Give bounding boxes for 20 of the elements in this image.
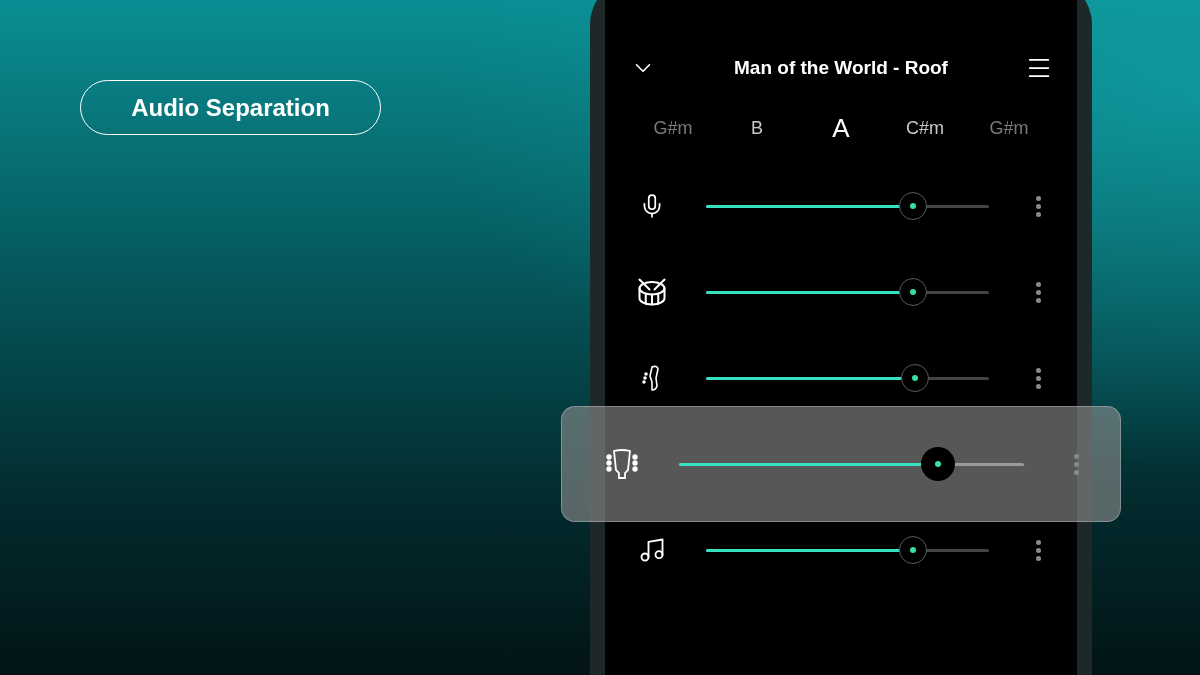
- slider-track[interactable]: [706, 290, 989, 294]
- slider-handle[interactable]: [898, 278, 927, 306]
- slider-handle[interactable]: [920, 447, 955, 481]
- chord-label: A: [831, 112, 851, 144]
- chord-label: B: [750, 117, 764, 139]
- drum-icon: [637, 277, 667, 307]
- guitar-headstock-icon: [605, 448, 639, 480]
- slider-track[interactable]: [706, 376, 989, 380]
- song-title: Man of the World - Roof: [733, 57, 949, 79]
- slider-track[interactable]: [706, 204, 989, 208]
- chord-label: G#m: [652, 117, 694, 139]
- chord-label: G#m: [988, 117, 1030, 139]
- slider-track[interactable]: [706, 548, 989, 552]
- slider-track[interactable]: [679, 462, 1024, 466]
- selected-track-row[interactable]: [561, 406, 1121, 522]
- music-note-icon: [638, 536, 666, 564]
- chord-label: C#m: [905, 117, 945, 139]
- slider-handle[interactable]: [901, 364, 930, 392]
- slider-handle[interactable]: [898, 536, 927, 564]
- slider-handle[interactable]: [898, 192, 927, 220]
